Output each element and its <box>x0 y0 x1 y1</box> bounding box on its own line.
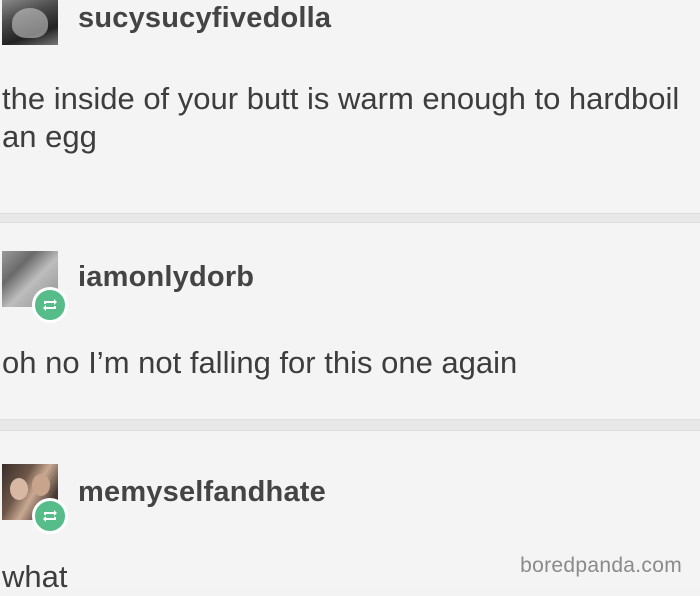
post-sucysucyfivedolla: sucysucyfivedolla the inside of your but… <box>0 0 700 213</box>
username[interactable]: memyselfandhate <box>78 476 326 509</box>
post-text: oh no I’m not falling for this one again <box>2 345 518 380</box>
avatar-face <box>10 478 28 500</box>
username[interactable]: iamonlydorb <box>78 261 254 294</box>
post-text: the inside of your butt is warm enough t… <box>2 81 680 154</box>
post-iamonlydorb: iamonlydorb oh no I’m not falling for th… <box>0 223 700 418</box>
avatar-image <box>12 8 48 38</box>
reblog-icon <box>32 287 68 323</box>
avatar[interactable] <box>2 0 58 45</box>
reblog-icon <box>32 498 68 534</box>
username[interactable]: sucysucyfivedolla <box>78 2 331 35</box>
post-divider <box>0 213 700 223</box>
watermark: boredpanda.com <box>520 554 682 577</box>
avatar-face <box>32 474 50 496</box>
post-divider <box>0 419 700 431</box>
